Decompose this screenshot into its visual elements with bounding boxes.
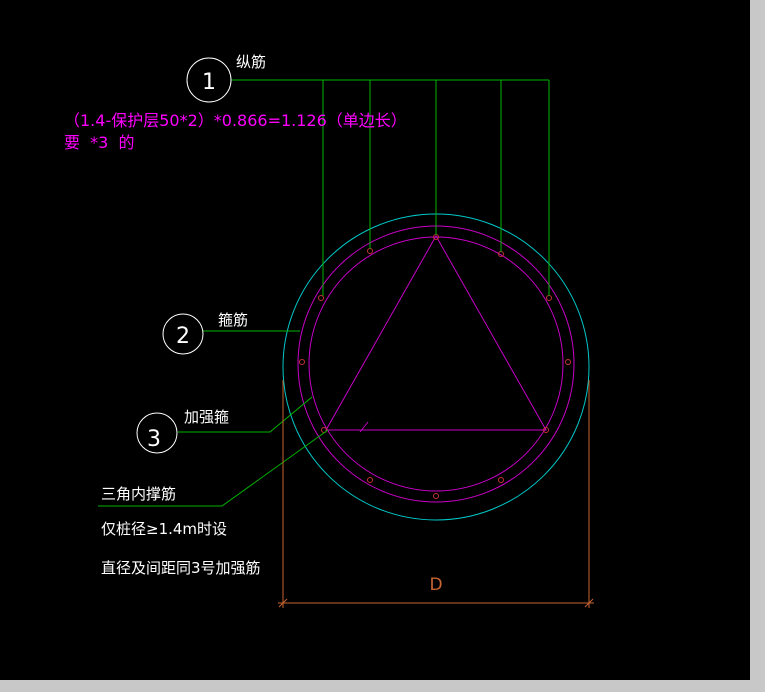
longitudinal-bar: [498, 477, 504, 483]
annotation-line-2: 要 *3 的: [64, 133, 135, 152]
note-line-2: 直径及间距同3号加强筋: [101, 559, 261, 577]
balloon-2-number: 2: [176, 324, 190, 349]
stiffener-label: 加强箍: [184, 408, 229, 426]
dimension-d-label: D: [429, 575, 442, 595]
longitudinal-label: 纵筋: [236, 53, 266, 71]
longitudinal-bar: [546, 295, 552, 301]
stirrup-outer-circle: [297, 225, 575, 503]
longitudinal-bar: [299, 359, 305, 365]
cad-viewport[interactable]: 1 2 3 纵筋 箍筋 加强箍 三角内撑筋 仅桩径≥1.4m时设 直径及间距同3…: [0, 0, 750, 680]
longitudinal-bar: [367, 477, 373, 483]
annotation-line-1: （1.4-保护层50*2）*0.866=1.126（单边长）: [64, 111, 407, 130]
longitudinal-bar: [367, 248, 373, 254]
triangle-label: 三角内撑筋: [101, 485, 176, 503]
longitudinal-bar: [433, 493, 439, 499]
balloon-3-number: 3: [147, 427, 161, 452]
note-line-1: 仅桩径≥1.4m时设: [101, 520, 227, 538]
longitudinal-bar: [565, 359, 571, 365]
longitudinal-bar: [318, 295, 324, 301]
longitudinal-bars: [299, 234, 571, 499]
triangle-brace: [325, 234, 547, 431]
pile-reinforcement-drawing: 1 2 3 纵筋 箍筋 加强箍 三角内撑筋 仅桩径≥1.4m时设 直径及间距同3…: [64, 53, 594, 608]
balloon-1-number: 1: [202, 70, 216, 95]
stirrup-label: 箍筋: [218, 311, 248, 329]
pile-outline-circle: [282, 213, 590, 521]
stirrup-inner-circle: [308, 236, 564, 492]
